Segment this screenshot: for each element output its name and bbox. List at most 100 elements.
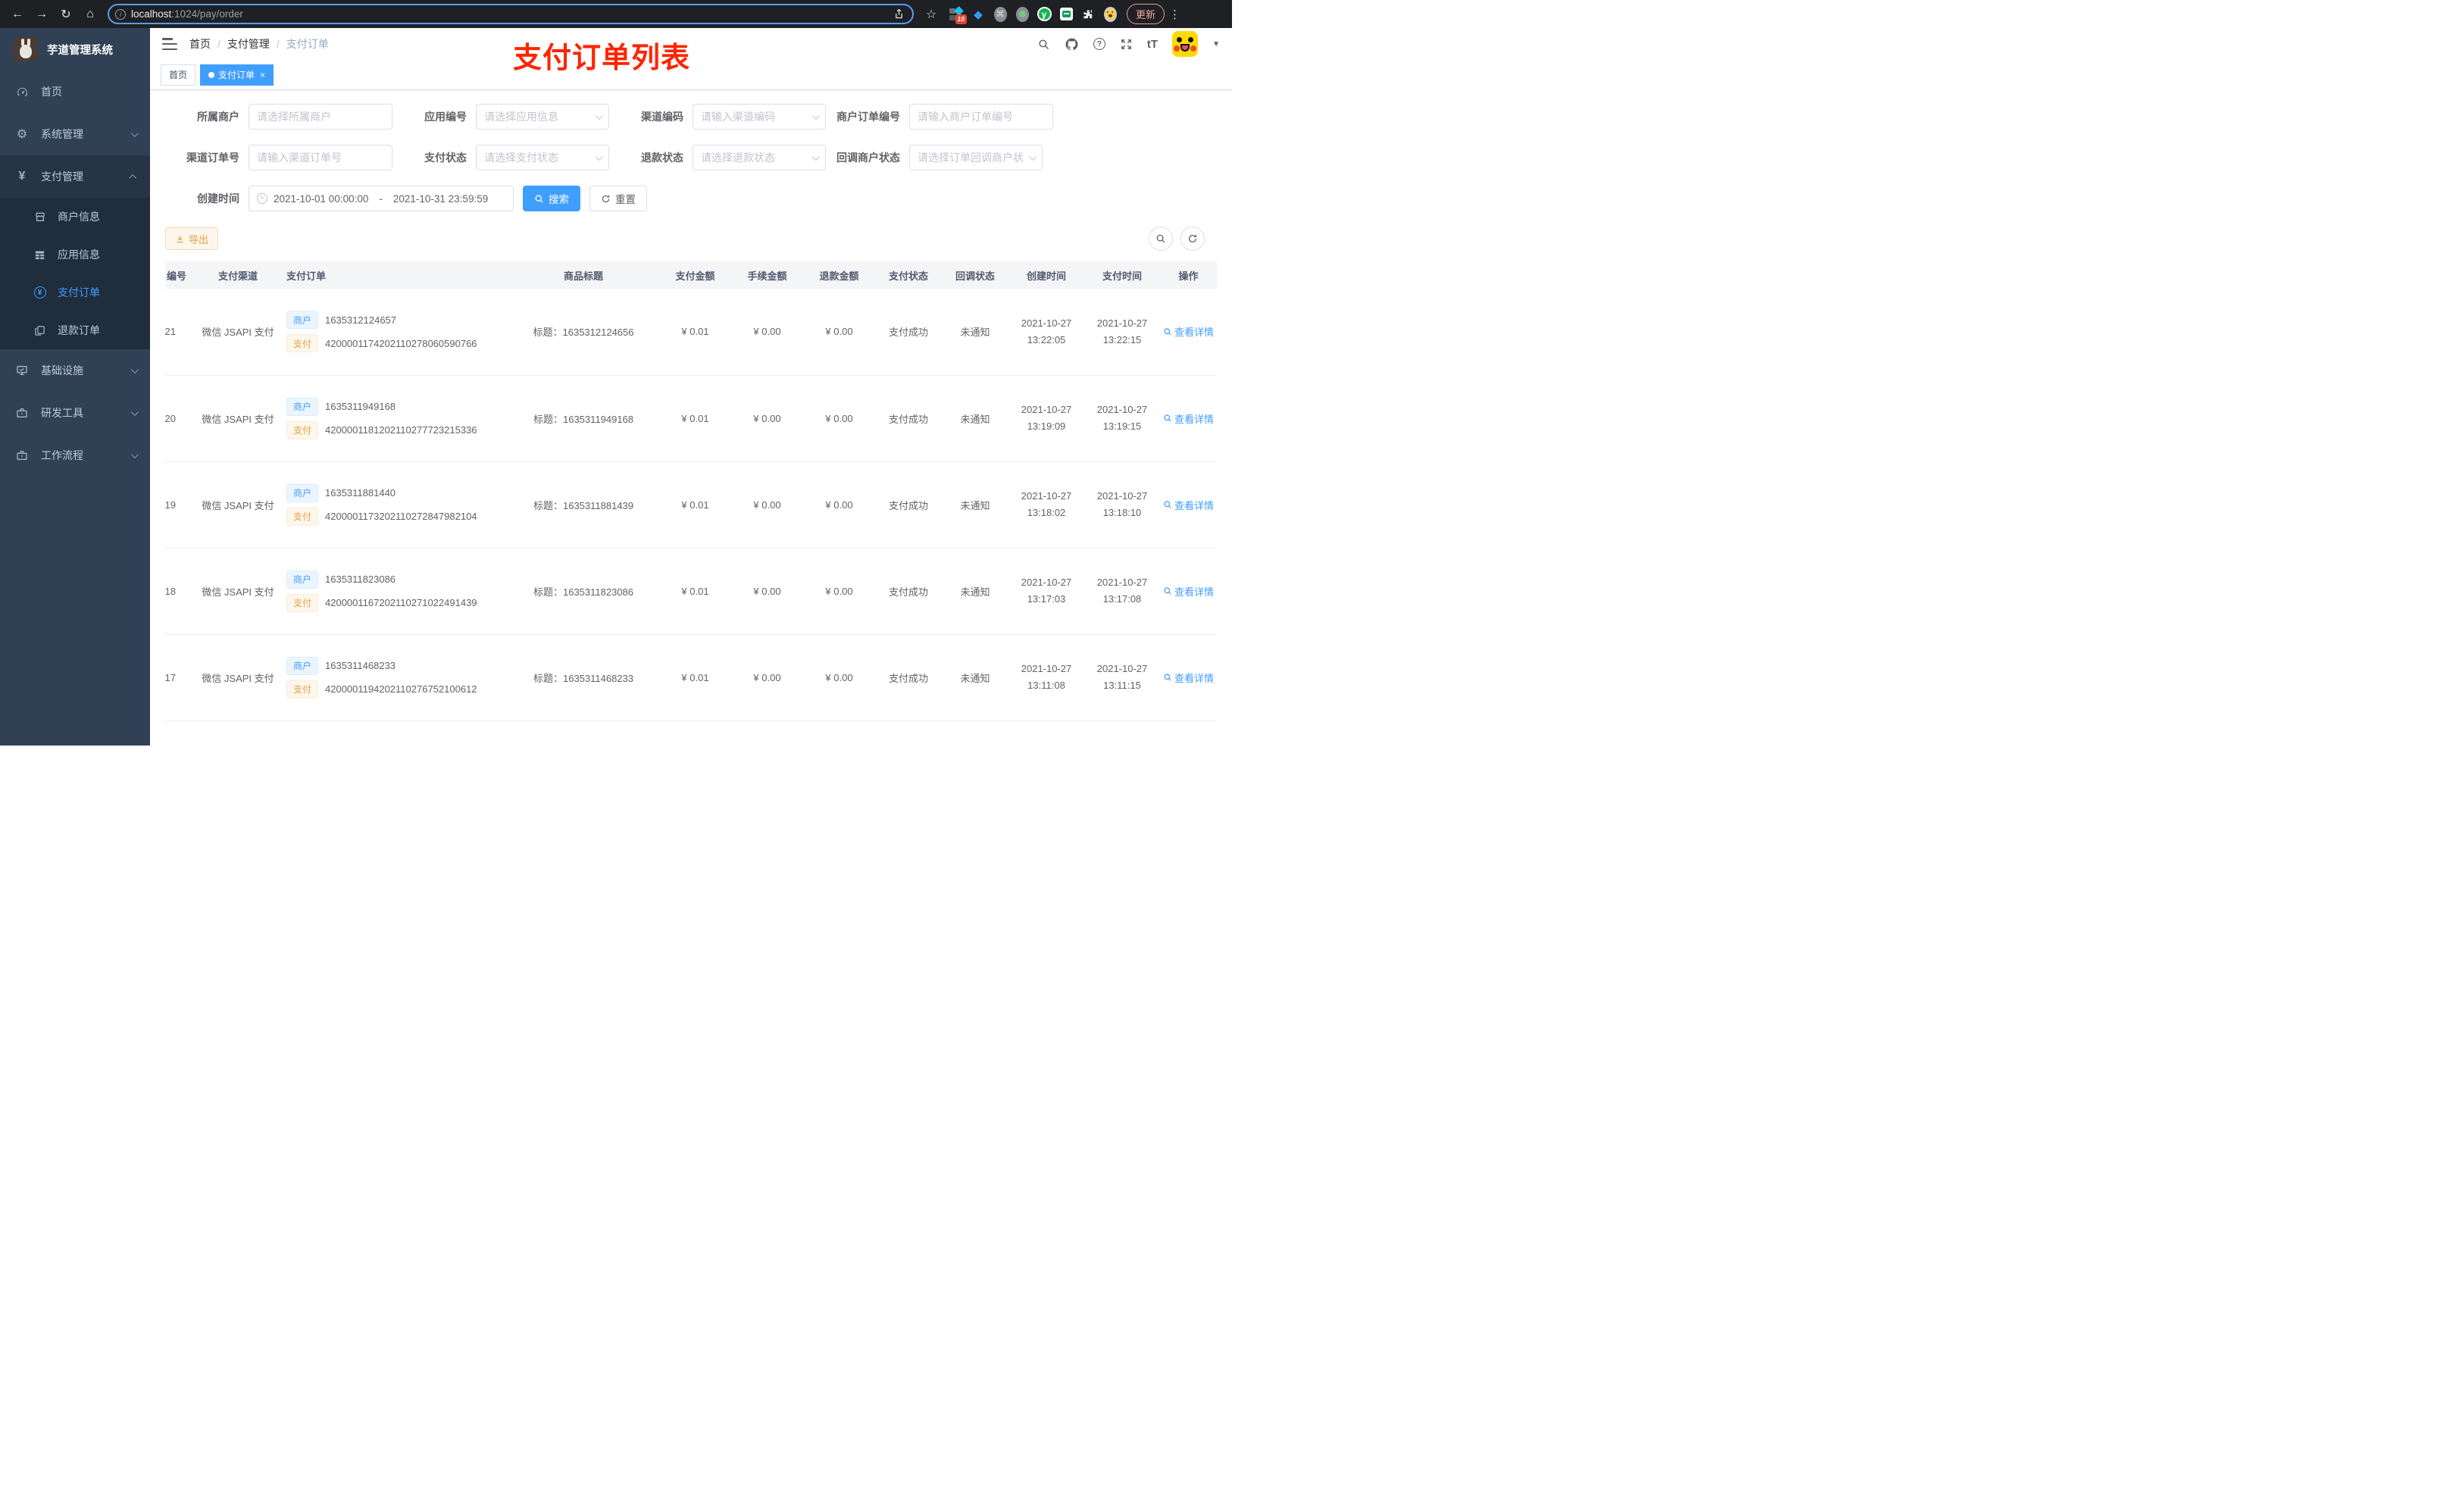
- export-button[interactable]: 导出: [165, 227, 219, 250]
- command-extension-icon[interactable]: ⌘: [993, 6, 1008, 22]
- table-refresh-icon[interactable]: [1180, 227, 1205, 251]
- chat-extension-icon[interactable]: [1058, 7, 1074, 22]
- pay-order-line: 支付 4200001167202110271022491439: [286, 593, 508, 612]
- filter-label: 所属商户: [197, 111, 239, 123]
- filter-control[interactable]: 请选择订单回调商户状态: [909, 145, 1043, 170]
- filter-placeholder: 请输入渠道订单号: [257, 152, 342, 164]
- gear-icon: ⚙: [16, 128, 28, 141]
- search-icon[interactable]: [1037, 38, 1050, 51]
- sidebar-item-payment[interactable]: ¥ 支付管理: [0, 155, 150, 198]
- sidebar-item-refund-order[interactable]: 退款订单: [0, 311, 150, 349]
- site-info-icon[interactable]: i: [115, 8, 126, 20]
- cell-action: 查看详情: [1160, 634, 1217, 721]
- cell-notify: 未通知: [942, 461, 1008, 549]
- cell-title: 标题：1635311823086: [508, 548, 659, 635]
- view-detail-link[interactable]: 查看详情: [1163, 584, 1214, 599]
- breadcrumb-section[interactable]: 支付管理: [227, 36, 270, 52]
- filter-label: 回调商户状态: [836, 152, 900, 164]
- yen-circle-icon: ¥: [33, 286, 46, 299]
- hamburger-icon[interactable]: [162, 38, 177, 50]
- merchant-tag: 商户: [286, 570, 319, 589]
- filter-control[interactable]: 请选择支付状态: [476, 145, 609, 170]
- merchant-order-line: 商户 1635311949168: [286, 397, 508, 416]
- address-bar[interactable]: i localhost:1024/pay/order: [108, 4, 914, 24]
- table-tools: [1149, 227, 1205, 251]
- puzzle-extensions-icon[interactable]: [1080, 7, 1096, 22]
- reload-icon[interactable]: ↻: [56, 5, 76, 24]
- breadcrumb-home[interactable]: 首页: [189, 36, 211, 52]
- dashboard-icon: [15, 85, 29, 98]
- filter-label: 应用编号: [424, 111, 467, 123]
- chevron-down-icon: [811, 111, 820, 120]
- merchant-order-no: 1635311823086: [325, 574, 396, 585]
- filter-placeholder: 请选择所属商户: [257, 111, 331, 123]
- share-icon[interactable]: [891, 8, 906, 20]
- filter-field: 回调商户状态 请选择订单回调商户状态: [826, 145, 1043, 170]
- cell-paid: 2021-10-27 13:19:15: [1084, 375, 1160, 462]
- close-icon[interactable]: ×: [260, 70, 265, 80]
- github-icon[interactable]: [1065, 37, 1079, 52]
- cell-status: [875, 720, 942, 746]
- sidebar-item-workflow[interactable]: 工作流程: [0, 434, 150, 477]
- column-header: 编号: [165, 261, 195, 289]
- cell-title: 标题：1635311949168: [508, 375, 659, 462]
- filter-placeholder: 请输入渠道编码: [701, 111, 775, 123]
- filter-control[interactable]: 请选择退款状态: [693, 145, 826, 170]
- filter-control[interactable]: 请选择应用信息: [476, 104, 609, 130]
- view-detail-link[interactable]: 查看详情: [1163, 498, 1214, 512]
- sidebar-item-infrastructure[interactable]: 基础设施: [0, 349, 150, 392]
- app-logo-row[interactable]: 芋道管理系统: [0, 28, 150, 70]
- extension-grid-icon[interactable]: 10: [949, 5, 967, 24]
- browser-menu-icon[interactable]: ⋮: [1169, 8, 1180, 21]
- fullscreen-icon[interactable]: [1120, 38, 1133, 51]
- sidebar-item-pay-order[interactable]: ¥ 支付订单: [0, 274, 150, 311]
- reset-button[interactable]: 重置: [589, 186, 647, 211]
- cell-created: 2021-10-27 13:19:09: [1008, 375, 1084, 462]
- view-detail-link[interactable]: 查看详情: [1163, 411, 1214, 426]
- sidebar-item-app-info[interactable]: 应用信息: [0, 236, 150, 274]
- filter-control[interactable]: 请选择所属商户: [249, 104, 392, 130]
- help-icon[interactable]: ?: [1093, 38, 1105, 50]
- pay-order-no: 4200001173202110272847982104: [325, 511, 477, 522]
- back-icon[interactable]: ←: [8, 5, 27, 24]
- dot-extension-icon[interactable]: [1015, 6, 1030, 22]
- column-header: 回调状态: [942, 261, 1008, 289]
- avatar-extension-icon[interactable]: [1102, 6, 1118, 22]
- tab-home[interactable]: 首页: [161, 64, 196, 86]
- gem-extension-icon[interactable]: ◆: [971, 7, 986, 22]
- filter-control[interactable]: 请输入商户订单编号: [909, 104, 1053, 130]
- view-detail-link[interactable]: 查看详情: [1163, 324, 1214, 339]
- forward-icon[interactable]: →: [32, 5, 52, 24]
- cell-title: 标题：1635311881439: [508, 461, 659, 549]
- sidebar-item-dev-tools[interactable]: 研发工具: [0, 392, 150, 434]
- pay-order-line: 支付 4200001174202110278060590766: [286, 334, 508, 353]
- cell-pay-order: 商户 1635311823086 支付 42000011672021102710…: [280, 548, 508, 635]
- cell-notify: 未通知: [942, 548, 1008, 635]
- briefcase-icon: [15, 449, 29, 462]
- sidebar-item-merchant-info[interactable]: 商户信息: [0, 198, 150, 236]
- tab-pay-order[interactable]: 支付订单 ×: [200, 64, 274, 86]
- home-icon[interactable]: ⌂: [80, 5, 100, 24]
- cell-fee: ¥ 0.00: [731, 548, 803, 635]
- y-extension-icon[interactable]: y: [1037, 7, 1052, 22]
- filter-placeholder: 请选择订单回调商户状态: [918, 152, 1023, 164]
- merchant-order-no: 1635311881440: [325, 487, 396, 499]
- sidebar-item-system[interactable]: ⚙ 系统管理: [0, 113, 150, 155]
- search-button[interactable]: 搜索: [523, 186, 580, 211]
- date-range-picker[interactable]: 2021-10-01 00:00:00 - 2021-10-31 23:59:5…: [249, 186, 514, 211]
- view-detail-link[interactable]: 查看详情: [1163, 670, 1214, 685]
- bookmark-star-icon[interactable]: ☆: [921, 5, 941, 24]
- filter-control[interactable]: 请输入渠道订单号: [249, 145, 392, 170]
- merchant-tag: 商户: [286, 483, 319, 502]
- font-size-icon[interactable]: tT: [1147, 38, 1158, 51]
- sidebar-item-home[interactable]: 首页: [0, 70, 150, 113]
- caret-down-icon[interactable]: ▼: [1212, 40, 1220, 48]
- url-text: localhost:1024/pay/order: [131, 8, 243, 20]
- cell-id: [165, 720, 195, 746]
- table-search-icon[interactable]: [1149, 227, 1173, 251]
- user-avatar[interactable]: [1172, 31, 1199, 57]
- cell-refund: [803, 720, 875, 746]
- filter-control[interactable]: 请输入渠道编码: [693, 104, 826, 130]
- breadcrumb-current: 支付订单: [286, 38, 329, 50]
- browser-update-button[interactable]: 更新: [1127, 4, 1165, 24]
